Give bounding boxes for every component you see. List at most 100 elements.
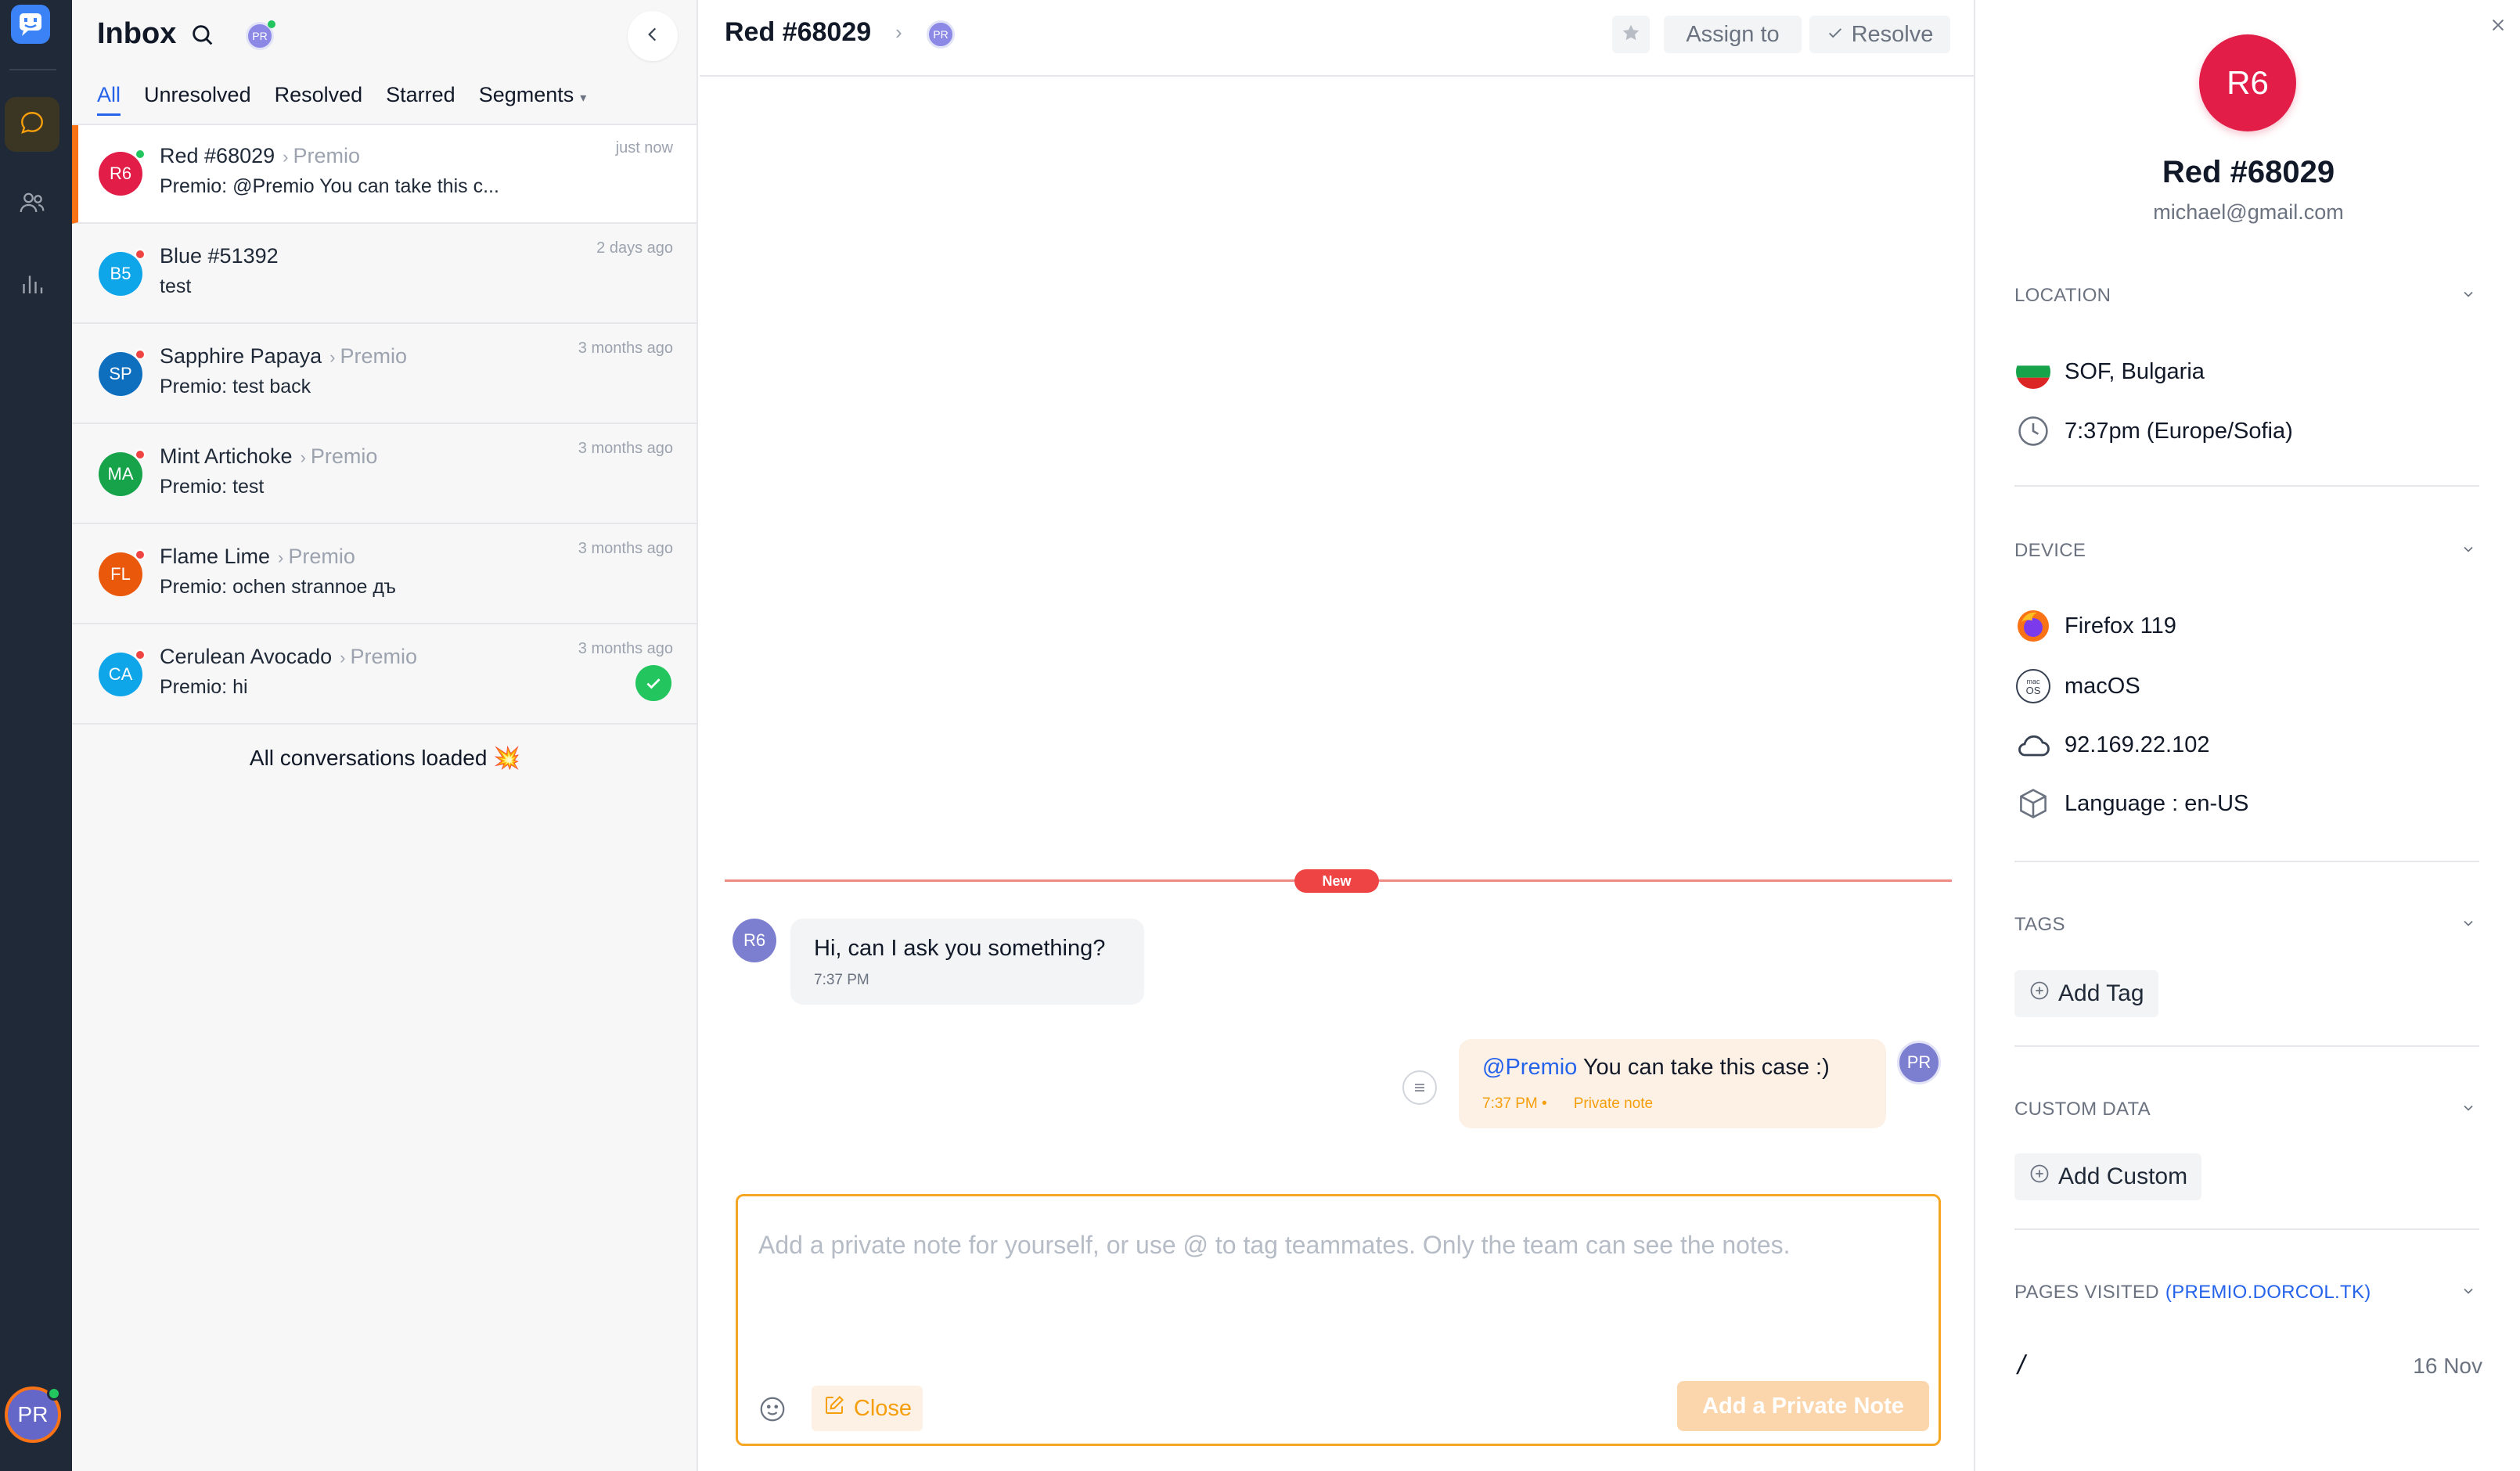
package-icon <box>2014 785 2052 822</box>
conversation-row[interactable]: B5 Blue #51392 test 2 days ago <box>72 225 697 324</box>
svg-text:OS: OS <box>2026 685 2041 696</box>
status-dot <box>135 649 146 660</box>
emoji-icon[interactable] <box>755 1392 790 1426</box>
resolve-label: Resolve <box>1851 21 1934 47</box>
note-body: You can take this case :) <box>1577 1055 1830 1080</box>
contact-name: Mint Artichoke › Premio <box>160 444 377 469</box>
chat-bubble-icon <box>18 109 46 141</box>
resolve-button[interactable]: Resolve <box>1809 16 1950 53</box>
rail-reports-button[interactable] <box>5 258 59 313</box>
contact-profile-panel: R6 Red #68029 michael@gmail.com LOCATION… <box>1977 0 2520 1471</box>
bulgaria-flag-icon <box>2014 353 2052 390</box>
team-name: Premio <box>340 344 408 368</box>
os-name: macOS <box>2065 673 2140 699</box>
pages-visited-domain-link[interactable]: (PREMIO.DORCOL.TK) <box>2165 1282 2371 1303</box>
clock-icon <box>2014 412 2052 450</box>
private-note-input[interactable] <box>758 1231 1917 1309</box>
chat-header-divider <box>700 75 1975 77</box>
note-meta: 7:37 PM • Private note <box>1482 1095 1653 1113</box>
note-composer: Close Add a Private Note <box>736 1194 1941 1446</box>
assign-to-button[interactable]: Assign to <box>1664 16 1802 53</box>
conversation-row[interactable]: FL Flame Lime › Premio Premio: ochen stranno… <box>72 526 697 624</box>
visitor-message: Hi, can I ask you something? 7:37 PM <box>790 919 1144 1005</box>
add-custom-label: Add Custom <box>2058 1163 2188 1189</box>
conversation-time: just now <box>615 139 673 156</box>
rail-inbox-button[interactable] <box>5 97 59 152</box>
macos-icon: mac OS <box>2014 667 2052 705</box>
contact-name-text: Flame Lime <box>160 545 271 568</box>
private-note-label: Private note <box>1573 1095 1654 1112</box>
os-row: mac OS macOS <box>2014 667 2140 706</box>
edit-icon <box>823 1394 846 1423</box>
tab-segments[interactable]: Segments ▾ <box>479 81 587 116</box>
close-note-button[interactable]: Close <box>812 1386 923 1431</box>
location-section-title: LOCATION <box>2014 285 2111 306</box>
team-name: Premio <box>293 144 360 167</box>
visited-page-path[interactable]: / <box>2018 1351 2025 1381</box>
section-divider <box>2014 1045 2479 1047</box>
tab-all[interactable]: All <box>97 81 121 116</box>
contact-name-text: Red #68029 <box>160 144 275 167</box>
conversation-title: Red #68029 <box>725 17 872 47</box>
conversation-row[interactable]: CA Cerulean Avocado › Premio Premio: hi 3 mon… <box>72 626 697 725</box>
agent-message-avatar: PR <box>1897 1041 1941 1084</box>
star-button[interactable] <box>1612 16 1650 53</box>
plus-circle-icon <box>2029 1163 2050 1191</box>
pages-visited-section-title: PAGES VISITED (PREMIO.DORCOL.TK) <box>2014 1282 2371 1304</box>
chevron-down-icon[interactable] <box>2456 1279 2481 1304</box>
contact-name: Sapphire Papaya › Premio <box>160 344 407 369</box>
bar-chart-icon <box>18 270 46 302</box>
add-private-note-button[interactable]: Add a Private Note <box>1677 1381 1929 1431</box>
message-preview: test <box>160 275 192 297</box>
menu-lines-icon[interactable] <box>1402 1070 1437 1105</box>
tab-starred[interactable]: Starred <box>386 81 455 116</box>
tab-unresolved[interactable]: Unresolved <box>144 81 251 116</box>
message-preview: Premio: hi <box>160 676 248 698</box>
private-note-message: @Premio You can take this case :) 7:37 P… <box>1459 1039 1886 1128</box>
visited-page-date: 16 Nov <box>2413 1354 2482 1378</box>
local-time: 7:37pm (Europe/Sofia) <box>2065 418 2293 444</box>
conversation-row[interactable]: SP Sapphire Papaya › Premio Premio: test bac… <box>72 325 697 424</box>
chevron-left-icon <box>643 24 663 49</box>
message-preview: Premio: test <box>160 476 265 498</box>
tab-resolved[interactable]: Resolved <box>275 81 363 116</box>
mention[interactable]: @Premio <box>1482 1055 1577 1080</box>
check-icon <box>1827 22 1844 48</box>
chevron-down-icon[interactable] <box>2456 282 2481 307</box>
online-status-dot <box>47 1386 61 1401</box>
team-name: Premio <box>350 645 418 668</box>
chevron-right-icon: › <box>283 147 289 167</box>
rail-contacts-button[interactable] <box>5 177 59 232</box>
conversation-row[interactable]: R6 Red #68029 › Premio Premio: @Premio You c… <box>72 125 697 224</box>
search-icon[interactable] <box>189 22 216 49</box>
contact-name-text: Mint Artichoke <box>160 444 293 468</box>
chevron-down-icon[interactable] <box>2456 1095 2481 1120</box>
collapse-panel-button[interactable] <box>628 11 678 61</box>
add-tag-label: Add Tag <box>2058 980 2144 1006</box>
language: Language : en-US <box>2065 790 2249 816</box>
browser-name: Firefox 119 <box>2065 613 2176 638</box>
contact-name: Red #68029 › Premio <box>160 144 360 168</box>
chevron-down-icon[interactable] <box>2456 537 2481 562</box>
message-text: Hi, can I ask you something? <box>814 936 1106 961</box>
add-tag-button[interactable]: Add Tag <box>2014 970 2158 1017</box>
add-custom-button[interactable]: Add Custom <box>2014 1153 2202 1200</box>
ip-address: 92.169.22.102 <box>2065 732 2210 757</box>
assignee-avatar[interactable]: PR <box>927 20 955 49</box>
browser-row: Firefox 119 <box>2014 606 2176 646</box>
section-divider <box>2014 485 2479 487</box>
conversation-time: 3 months ago <box>578 640 673 657</box>
app-logo-icon[interactable] <box>11 5 50 44</box>
location-row: SOF, Bulgaria <box>2014 352 2205 391</box>
chevron-down-icon[interactable] <box>2456 911 2481 936</box>
rail-divider <box>9 69 56 70</box>
close-icon[interactable] <box>2484 11 2512 39</box>
contact-name-text: Blue #51392 <box>160 244 279 268</box>
conversation-row[interactable]: MA Mint Artichoke › Premio Premio: test 3 mon… <box>72 426 697 524</box>
device-section-title: DEVICE <box>2014 540 2086 561</box>
message-preview: Premio: test back <box>160 376 311 397</box>
caret-down-icon: ▾ <box>580 92 587 105</box>
tags-section-title: TAGS <box>2014 914 2065 935</box>
contact-avatar: R6 <box>2199 34 2296 131</box>
message-preview: Premio: ochen strannoe дъ <box>160 576 397 598</box>
